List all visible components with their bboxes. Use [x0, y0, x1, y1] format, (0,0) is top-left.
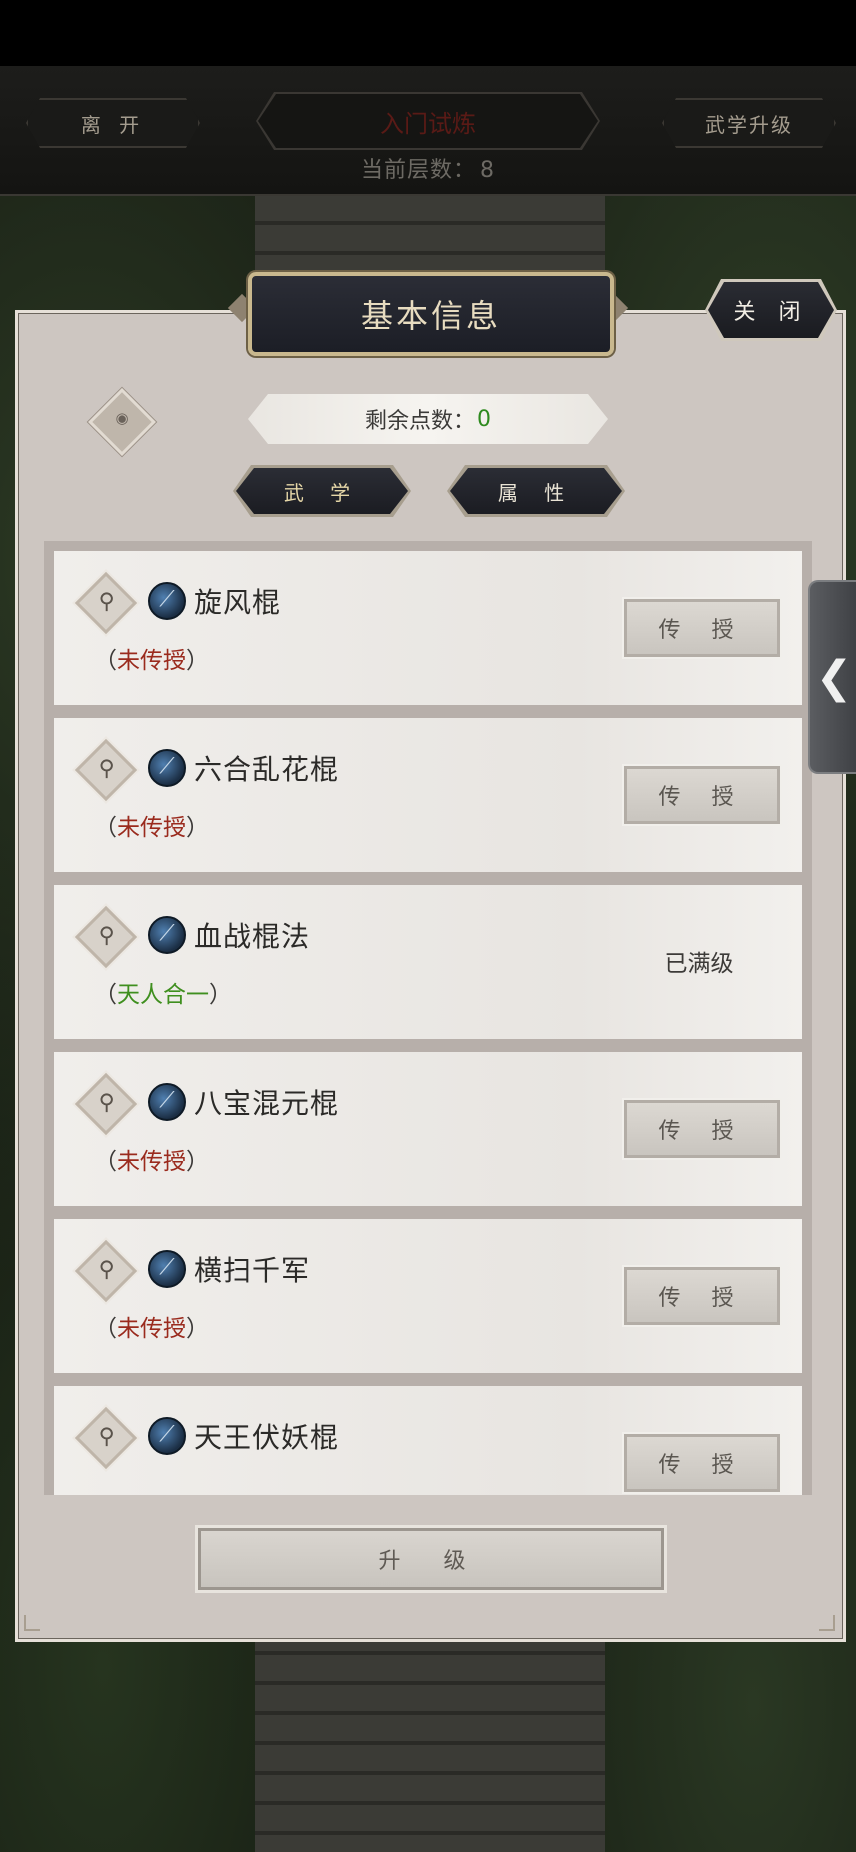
inspect-button[interactable]: ⚲ [74, 1072, 138, 1136]
floor-count: 当前层数： 8 [0, 152, 856, 184]
teach-button[interactable]: 传 授 [624, 766, 780, 824]
staff-skill-icon: ⟋ [148, 916, 186, 954]
skill-status: （未传授） [94, 815, 209, 841]
skill-status: （未传授） [94, 1149, 209, 1175]
max-level-label: 已满级 [664, 951, 734, 977]
leave-button[interactable]: 离 开 [26, 98, 200, 148]
panel-title: 基本信息 [248, 272, 614, 356]
skill-name: 旋风棍 [194, 586, 282, 619]
status-bar [0, 0, 856, 66]
corner-ornament [24, 1615, 40, 1631]
inspect-button[interactable]: ⚲ [74, 905, 138, 969]
skill-name: 横扫千军 [194, 1254, 311, 1287]
skill-list[interactable]: ⚲ ⟋ 旋风棍 （未传授） 传 授 ⚲ ⟋ 六合乱花棍 （未传授） 传 授 ⚲ … [44, 541, 812, 1495]
background-stairs-bottom [255, 1625, 605, 1852]
magnifier-icon: ⚲ [98, 589, 115, 615]
skill-row: ⚲ ⟋ 横扫千军 （未传授） 传 授 [54, 1219, 802, 1373]
magnifier-icon: ⚲ [98, 1257, 115, 1283]
close-button[interactable]: 关 闭 [708, 282, 834, 338]
skill-name: 六合乱花棍 [194, 753, 340, 786]
staff-skill-icon: ⟋ [148, 1250, 186, 1288]
points-label: 剩余点数： [364, 409, 475, 434]
skill-name: 血战棍法 [194, 920, 311, 953]
magnifier-icon: ⚲ [98, 1090, 115, 1116]
floor-label: 当前层数： [360, 158, 476, 183]
staff-skill-icon: ⟋ [148, 582, 186, 620]
side-drawer-tab[interactable]: ❮ [808, 580, 856, 774]
remaining-points: 剩余点数： 0 [248, 394, 608, 444]
magnifier-icon: ⚲ [98, 923, 115, 949]
floor-value: 8 [480, 158, 495, 183]
skill-status: （天人合一） [94, 982, 232, 1008]
skill-row: ⚲ ⟋ 六合乱花棍 （未传授） 传 授 [54, 718, 802, 872]
teach-button[interactable]: 传 授 [624, 1100, 780, 1158]
eye-icon: ◉ [115, 408, 129, 427]
staff-skill-icon: ⟋ [148, 1417, 186, 1455]
tab-attributes[interactable]: 属 性 [450, 468, 622, 514]
teach-button[interactable]: 传 授 [624, 1267, 780, 1325]
inspect-button[interactable]: ⚲ [74, 738, 138, 802]
magnifier-icon: ⚲ [98, 756, 115, 782]
chevron-left-icon: ❮ [815, 651, 853, 703]
tab-martial-arts[interactable]: 武 学 [236, 468, 408, 514]
skill-name: 八宝混元棍 [194, 1087, 340, 1120]
inspect-button[interactable]: ⚲ [74, 571, 138, 635]
inspect-button[interactable]: ⚲ [74, 1239, 138, 1303]
skill-row: ⚲ ⟋ 旋风棍 （未传授） 传 授 [54, 551, 802, 705]
skill-row: ⚲ ⟋ 八宝混元棍 （未传授） 传 授 [54, 1052, 802, 1206]
magnifier-icon: ⚲ [98, 1424, 115, 1450]
upgrade-button[interactable]: 升 级 [198, 1528, 664, 1590]
inspect-button[interactable]: ⚲ [74, 1406, 138, 1470]
skill-row: ⚲ ⟋ 天王伏妖棍 传 授 [54, 1386, 802, 1495]
staff-skill-icon: ⟋ [148, 749, 186, 787]
skill-row: ⚲ ⟋ 血战棍法 （天人合一） 已满级 [54, 885, 802, 1039]
teach-button[interactable]: 传 授 [624, 599, 780, 657]
top-title: 入门试炼 [258, 94, 598, 148]
staff-skill-icon: ⟋ [148, 1083, 186, 1121]
corner-ornament [819, 1615, 835, 1631]
skill-status: （未传授） [94, 648, 209, 674]
teach-button[interactable]: 传 授 [624, 1434, 780, 1492]
skill-upgrade-button[interactable]: 武学升级 [662, 98, 836, 148]
skill-status: （未传授） [94, 1316, 209, 1342]
skill-name: 天王伏妖棍 [194, 1421, 340, 1454]
points-value: 0 [477, 406, 491, 432]
